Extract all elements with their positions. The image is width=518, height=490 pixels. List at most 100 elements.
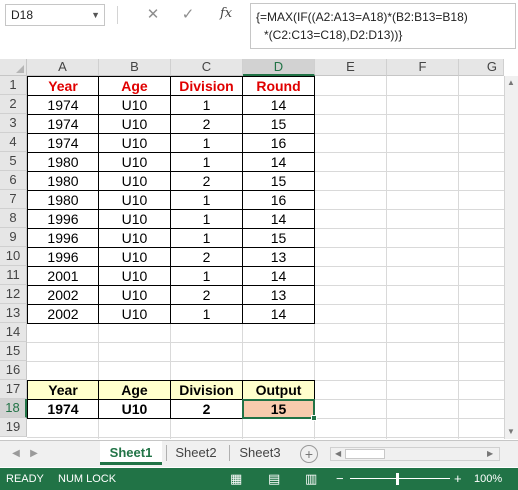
normal-view-icon[interactable]: ▦ xyxy=(230,468,242,490)
lookup-value-division[interactable]: 2 xyxy=(170,399,243,419)
table-cell[interactable]: U10 xyxy=(98,304,171,324)
row-header-8[interactable]: 8 xyxy=(0,209,27,228)
add-sheet-icon[interactable]: + xyxy=(300,445,318,463)
table-cell[interactable]: U10 xyxy=(98,266,171,286)
vertical-scrollbar[interactable]: ▲ ▼ xyxy=(504,76,518,439)
table-cell[interactable]: U10 xyxy=(98,171,171,191)
row-header-19[interactable]: 19 xyxy=(0,418,27,437)
table-cell[interactable]: 1980 xyxy=(27,190,99,210)
table-cell[interactable]: 1 xyxy=(170,266,243,286)
table-cell[interactable]: U10 xyxy=(98,152,171,172)
next-sheet-icon[interactable]: ▶ xyxy=(28,445,40,463)
scroll-thumb[interactable] xyxy=(345,449,385,459)
column-header-b[interactable]: B xyxy=(99,59,171,76)
table-cell[interactable]: 14 xyxy=(242,209,315,229)
table-cell[interactable]: 2001 xyxy=(27,266,99,286)
scroll-down-icon[interactable]: ▼ xyxy=(507,427,515,436)
lookup-value-age[interactable]: U10 xyxy=(98,399,171,419)
table-cell[interactable]: 2 xyxy=(170,285,243,305)
table-cell[interactable]: 1974 xyxy=(27,95,99,115)
page-break-preview-icon[interactable]: ▥ xyxy=(305,468,317,490)
prev-sheet-icon[interactable]: ◀ xyxy=(10,445,22,463)
scroll-right-icon[interactable]: ▶ xyxy=(487,448,493,460)
insert-function-icon[interactable]: fx xyxy=(220,6,232,21)
zoom-out-icon[interactable]: − xyxy=(336,468,344,490)
lookup-value-year[interactable]: 1974 xyxy=(27,399,99,419)
column-header-d[interactable]: D xyxy=(243,59,315,76)
header-cell-age[interactable]: Age xyxy=(98,76,171,96)
table-cell[interactable]: 1996 xyxy=(27,228,99,248)
tab-sheet1[interactable]: Sheet1 xyxy=(100,441,162,465)
table-cell[interactable]: 14 xyxy=(242,304,315,324)
row-header-18[interactable]: 18 xyxy=(0,399,27,418)
row-header-11[interactable]: 11 xyxy=(0,266,27,285)
row-header-7[interactable]: 7 xyxy=(0,190,27,209)
table-cell[interactable]: 2002 xyxy=(27,285,99,305)
table-cell[interactable]: 15 xyxy=(242,171,315,191)
column-header-a[interactable]: A xyxy=(27,59,99,76)
table-cell[interactable]: 14 xyxy=(242,95,315,115)
table-cell[interactable]: 1 xyxy=(170,190,243,210)
header-cell-year[interactable]: Year xyxy=(27,76,99,96)
row-header-15[interactable]: 15 xyxy=(0,342,27,361)
table-cell[interactable]: 1 xyxy=(170,228,243,248)
table-cell[interactable]: 2 xyxy=(170,247,243,267)
table-cell[interactable]: 1980 xyxy=(27,171,99,191)
row-header-4[interactable]: 4 xyxy=(0,133,27,152)
table-cell[interactable]: U10 xyxy=(98,190,171,210)
table-cell[interactable]: 1974 xyxy=(27,114,99,134)
table-cell[interactable]: 16 xyxy=(242,190,315,210)
table-cell[interactable]: 1 xyxy=(170,209,243,229)
fill-handle[interactable] xyxy=(311,415,317,421)
table-cell[interactable]: 14 xyxy=(242,266,315,286)
row-header-1[interactable]: 1 xyxy=(0,76,27,95)
row-header-17[interactable]: 17 xyxy=(0,380,27,399)
row-header-10[interactable]: 10 xyxy=(0,247,27,266)
lookup-header-output[interactable]: Output xyxy=(242,380,315,400)
table-cell[interactable]: 1 xyxy=(170,304,243,324)
horizontal-scrollbar[interactable]: ◀ ▶ xyxy=(330,447,500,461)
lookup-header-division[interactable]: Division xyxy=(170,380,243,400)
table-cell[interactable]: 1 xyxy=(170,152,243,172)
table-cell[interactable]: U10 xyxy=(98,285,171,305)
cancel-icon[interactable]: ✕ xyxy=(143,5,163,23)
table-cell[interactable]: 14 xyxy=(242,152,315,172)
column-header-g[interactable]: G xyxy=(459,59,504,76)
header-cell-division[interactable]: Division xyxy=(170,76,243,96)
enter-icon[interactable]: ✓ xyxy=(178,5,198,23)
table-cell[interactable]: 2 xyxy=(170,171,243,191)
table-cell[interactable]: 13 xyxy=(242,285,315,305)
table-cell[interactable]: 15 xyxy=(242,228,315,248)
table-cell[interactable]: 16 xyxy=(242,133,315,153)
column-header-e[interactable]: E xyxy=(315,59,387,76)
tab-sheet2[interactable]: Sheet2 xyxy=(168,441,224,465)
row-header-13[interactable]: 13 xyxy=(0,304,27,323)
name-box-dropdown-icon[interactable]: ▼ xyxy=(91,5,100,25)
worksheet-grid[interactable]: A B C D E F G 1 2 3 4 5 6 7 8 9 10 11 12… xyxy=(0,59,518,439)
table-cell[interactable]: U10 xyxy=(98,95,171,115)
table-cell[interactable]: 1 xyxy=(170,133,243,153)
zoom-in-icon[interactable]: + xyxy=(454,468,462,490)
formula-input[interactable]: {=MAX(IF((A2:A13=A18)*(B2:B13=B18) *(C2:… xyxy=(250,3,516,49)
row-header-14[interactable]: 14 xyxy=(0,323,27,342)
row-header-12[interactable]: 12 xyxy=(0,285,27,304)
table-cell[interactable]: U10 xyxy=(98,247,171,267)
row-header-9[interactable]: 9 xyxy=(0,228,27,247)
output-cell[interactable]: 15 xyxy=(242,399,315,419)
table-cell[interactable]: U10 xyxy=(98,228,171,248)
table-cell[interactable]: U10 xyxy=(98,114,171,134)
row-header-3[interactable]: 3 xyxy=(0,114,27,133)
page-layout-icon[interactable]: ▤ xyxy=(268,468,280,490)
scroll-left-icon[interactable]: ◀ xyxy=(335,448,341,460)
row-header-5[interactable]: 5 xyxy=(0,152,27,171)
lookup-header-age[interactable]: Age xyxy=(98,380,171,400)
row-header-16[interactable]: 16 xyxy=(0,361,27,380)
name-box[interactable]: D18 ▼ xyxy=(5,4,105,26)
table-cell[interactable]: 2002 xyxy=(27,304,99,324)
zoom-slider-track[interactable] xyxy=(350,478,450,479)
table-cell[interactable]: 1980 xyxy=(27,152,99,172)
table-cell[interactable]: 1 xyxy=(170,95,243,115)
lookup-header-year[interactable]: Year xyxy=(27,380,99,400)
table-cell[interactable]: 2 xyxy=(170,114,243,134)
table-cell[interactable]: 1996 xyxy=(27,209,99,229)
